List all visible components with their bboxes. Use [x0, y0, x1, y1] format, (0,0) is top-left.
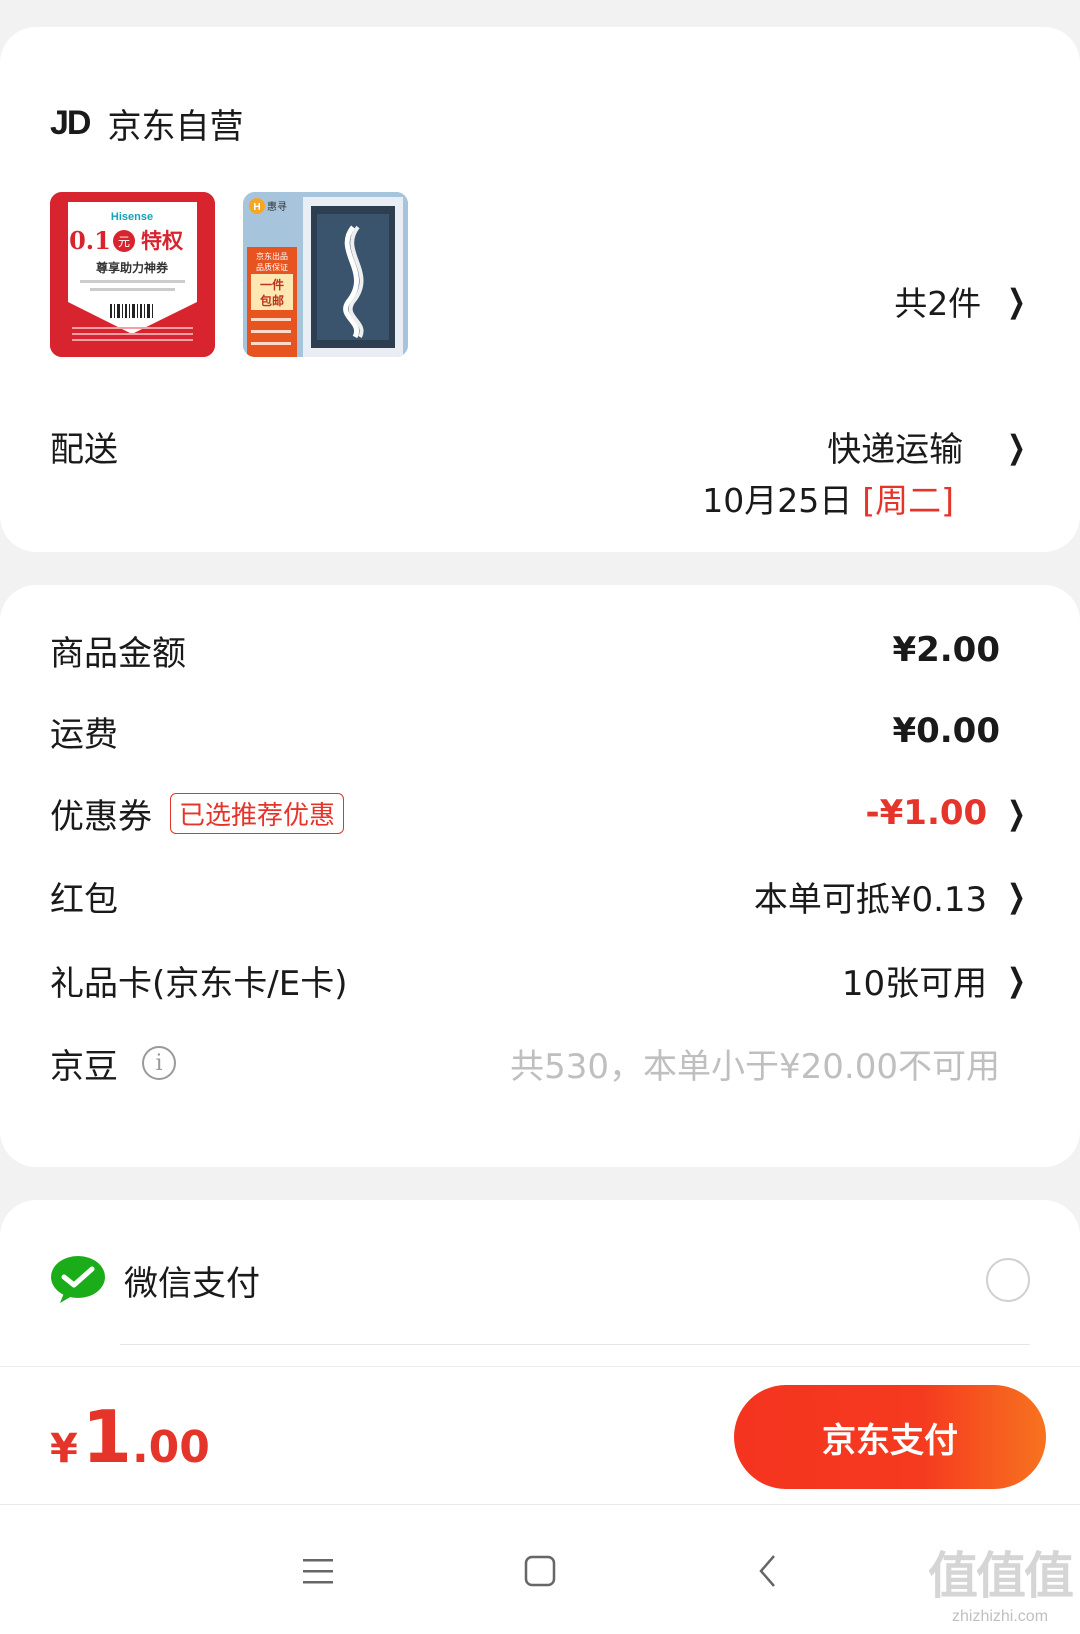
order-total: ¥ 1 .00 [50, 1395, 210, 1479]
thumb2-tag1: 京东出品 [256, 251, 288, 261]
chevron-right-icon: ❯ [1007, 427, 1026, 466]
red-packet-label: 红包 [50, 879, 118, 920]
total-decimal: .00 [131, 1422, 210, 1473]
coupon-value-group: -¥1.00 ❯ [866, 793, 1030, 833]
gift-card-value: 10张可用 [841, 963, 988, 1004]
thumb2-tag4: 包邮 [259, 293, 284, 308]
delivery-weekday: [周二] [862, 481, 954, 520]
jd-bean-label-group: 京豆 i [50, 1039, 176, 1088]
coupon-row[interactable]: 优惠券 已选推荐优惠 -¥1.00 ❯ [50, 788, 1030, 838]
divider [120, 1344, 1030, 1345]
goods-amount-label: 商品金额 [50, 633, 186, 674]
gift-card-label: 礼品卡(京东卡/E卡) [50, 963, 348, 1004]
thumb2-tag2: 品质保证 [256, 262, 288, 272]
thumb1-suffix: 特权 [141, 228, 183, 253]
thumb2-brand: 惠寻 [267, 200, 287, 213]
delivery-date: 10月25日 [周二] [702, 474, 954, 522]
delivery-label: 配送 [50, 430, 118, 470]
gift-card-value-group: 10张可用 ❯ [842, 956, 1030, 1005]
delivery-method-selector[interactable]: 快递运输 ❯ [827, 422, 1030, 471]
coupon-label: 优惠券 [50, 796, 152, 837]
jd-bean-value: 共530，本单小于¥20.00不可用 [510, 1046, 1000, 1087]
total-currency: ¥ [50, 1426, 78, 1472]
product-thumbnail-1[interactable]: Hisense 0.1 元 特权 尊享助力神券 [50, 192, 215, 357]
info-icon[interactable]: i [142, 1046, 176, 1080]
order-items-card: JD 京东自营 Hisense 0.1 元 特权 尊享助力神券 H 惠寻 京东出… [0, 27, 1080, 552]
watermark: 值值值 zhizhizhi.com [928, 1536, 1074, 1626]
chevron-right-icon: ❯ [1007, 961, 1026, 999]
goods-amount-value: ¥2.00 [892, 630, 1000, 670]
coupon-label-group: 优惠券 已选推荐优惠 [50, 789, 345, 838]
wechat-pay-radio[interactable] [986, 1258, 1030, 1302]
chevron-right-icon: ❯ [1007, 282, 1026, 320]
red-packet-row[interactable]: 红包 本单可抵¥0.13 ❯ [50, 871, 1030, 921]
svg-text:H: H [253, 202, 260, 213]
delivery-date-value: 10月25日 [702, 481, 853, 520]
gift-card-row[interactable]: 礼品卡(京东卡/E卡) 10张可用 ❯ [50, 955, 1030, 1005]
menu-icon[interactable] [288, 1541, 348, 1601]
thumb1-brand: Hisense [111, 211, 153, 223]
shipping-fee-label: 运费 [50, 714, 118, 755]
back-icon[interactable] [738, 1541, 798, 1601]
red-packet-value: 本单可抵¥0.13 [753, 879, 988, 920]
thumb1-amount: 0.1 [69, 226, 111, 255]
thumb2-tag3: 一件 [260, 277, 284, 292]
thumb1-unit: 元 [118, 235, 130, 249]
chevron-right-icon: ❯ [1007, 794, 1026, 832]
price-summary-card: 商品金额 ¥2.00 运费 ¥0.00 优惠券 已选推荐优惠 -¥1.00 ❯ … [0, 585, 1080, 1167]
shop-name: 京东自营 [107, 107, 244, 147]
watermark-logo: 值值值 [928, 1547, 1074, 1605]
system-nav-bar: 值值值 zhizhizhi.com [0, 1504, 1080, 1634]
item-count-link[interactable]: 共2件 ❯ [894, 277, 1030, 325]
wechat-icon [51, 1256, 105, 1303]
delivery-method-value: 快递运输 [827, 430, 964, 470]
coupon-recommended-tag: 已选推荐优惠 [170, 792, 345, 834]
jd-bean-row: 京豆 i 共530，本单小于¥20.00不可用 [50, 1038, 1030, 1088]
wechat-pay-label-group: 微信支付 [50, 1255, 260, 1305]
item-count-label: 共2件 [894, 284, 982, 323]
home-icon[interactable] [510, 1541, 570, 1601]
goods-amount-row: 商品金额 ¥2.00 [50, 625, 1030, 675]
thumb1-subtitle: 尊享助力神券 [96, 260, 169, 275]
jd-bean-label: 京豆 [50, 1046, 118, 1087]
total-integer: 1 [81, 1395, 132, 1479]
shipping-fee-row: 运费 ¥0.00 [50, 706, 1030, 756]
checkout-bar: ¥ 1 .00 京东支付 [0, 1366, 1080, 1504]
shop-header: JD 京东自营 [50, 99, 243, 148]
red-packet-value-group: 本单可抵¥0.13 ❯ [754, 872, 1030, 921]
jd-pay-button[interactable]: 京东支付 [734, 1385, 1046, 1489]
shipping-fee-value: ¥0.00 [892, 711, 1000, 751]
coupon-value: -¥1.00 [865, 793, 988, 833]
wechat-pay-label: 微信支付 [124, 1263, 260, 1304]
hisense-coupon-image: Hisense 0.1 元 特权 尊享助力神券 [50, 192, 215, 357]
chevron-right-icon: ❯ [1007, 877, 1026, 915]
wechat-pay-option[interactable]: 微信支付 [50, 1250, 1030, 1310]
product-thumbnail-2[interactable]: H 惠寻 京东出品 品质保证 一件 包邮 [243, 192, 408, 357]
cable-product-image: H 惠寻 京东出品 品质保证 一件 包邮 [243, 192, 408, 357]
watermark-url: zhizhizhi.com [951, 1608, 1049, 1625]
jd-logo: JD [50, 104, 91, 142]
